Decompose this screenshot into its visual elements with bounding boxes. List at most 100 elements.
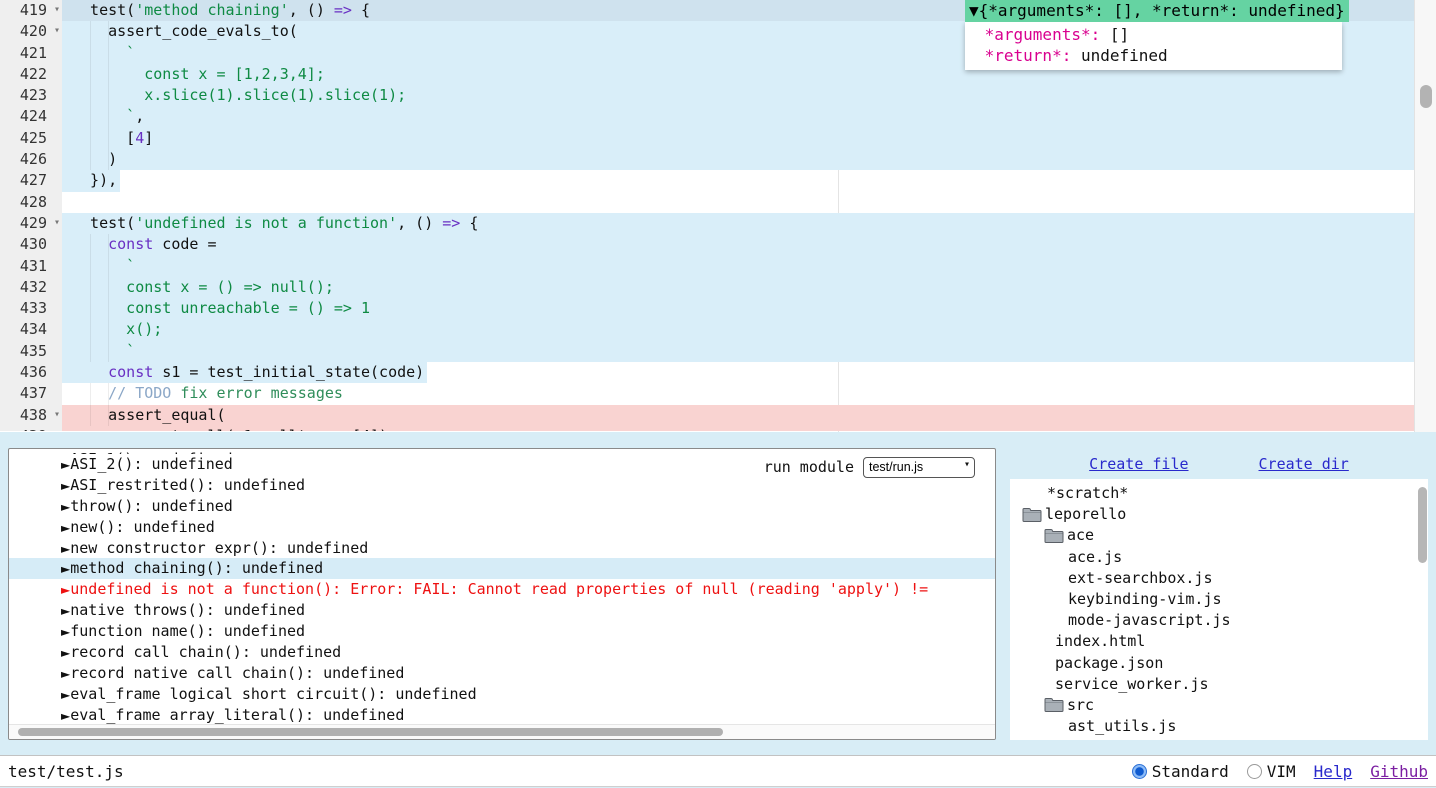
code-text: ) [62, 149, 1414, 170]
token: const unreachable = () => 1 [72, 299, 370, 317]
tree-file-item[interactable]: package.json [1010, 653, 1428, 674]
tooltip-row[interactable]: *arguments*: [] [965, 24, 1342, 45]
code-editor[interactable]: 419▾ test('method chaining', () => {420▾… [0, 0, 1414, 432]
tree-file-item[interactable]: ext-searchbox.js [1010, 568, 1428, 589]
line-number: 425 [0, 128, 62, 149]
radio-standard-icon[interactable] [1132, 764, 1147, 779]
token: // TODO [72, 384, 171, 402]
expand-arrow-icon[interactable]: ► [61, 604, 70, 618]
tree-file-item[interactable]: ace.js [1010, 547, 1428, 568]
expand-arrow-icon[interactable]: ► [61, 458, 70, 472]
code-line[interactable]: 432 const x = () => null(); [0, 277, 1414, 298]
result-row[interactable]: ►method chaining(): undefined [9, 558, 995, 579]
code-line[interactable]: 424 `, [0, 106, 1414, 127]
code-line[interactable]: 437 // TODO fix error messages [0, 383, 1414, 404]
result-row[interactable]: ►record call chain(): undefined [9, 642, 995, 663]
code-line[interactable]: 431 ` [0, 256, 1414, 277]
code-line[interactable]: 433 const unreachable = () => 1 [0, 298, 1414, 319]
code-line[interactable]: 435 ` [0, 341, 1414, 362]
expand-arrow-icon[interactable]: ► [61, 583, 70, 597]
fold-arrow-icon[interactable]: ▾ [54, 0, 60, 20]
tree-item-label: ace.js [1068, 547, 1122, 568]
expand-arrow-icon[interactable]: ► [61, 500, 70, 514]
tree-file-item[interactable]: mode-javascript.js [1010, 610, 1428, 631]
expand-arrow-icon[interactable]: ► [61, 521, 70, 535]
result-row-text: ASI_restrited(): undefined [70, 476, 305, 494]
editor-scrollbar-thumb[interactable] [1420, 85, 1432, 108]
file-tree: *scratch*leporelloaceace.jsext-searchbox… [1010, 479, 1428, 740]
token: const x = [1,2,3,4]; [72, 65, 325, 83]
fold-arrow-icon[interactable]: ▾ [54, 404, 60, 425]
tooltip-value: [] [1100, 25, 1129, 44]
token: const x = () => null(); [72, 278, 334, 296]
line-number: 427 [0, 170, 62, 191]
line-number: 433 [0, 298, 62, 319]
code-line[interactable]: 427 }), [0, 170, 1414, 191]
result-row[interactable]: ►undefined is not a function(): Error: F… [9, 579, 995, 600]
result-row[interactable]: ►new constructor expr(): undefined [9, 538, 995, 559]
result-row[interactable]: ►record native call chain(): undefined [9, 663, 995, 684]
tree-file-item[interactable]: service_worker.js [1010, 674, 1428, 695]
line-number: 422 [0, 64, 62, 85]
editor-scrollbar[interactable] [1414, 0, 1436, 432]
code-line[interactable]: 434 x(); [0, 319, 1414, 340]
expand-arrow-icon[interactable]: ► [61, 479, 70, 493]
result-row[interactable]: ►ASI_restrited(): undefined [9, 475, 995, 496]
code-text: `, [62, 106, 1414, 127]
create-file-link[interactable]: Create file [1089, 455, 1188, 473]
result-row-text: undefined is not a function(): Error: FA… [70, 580, 928, 598]
expand-arrow-icon[interactable]: ► [61, 542, 70, 556]
results-hscrollbar[interactable] [9, 724, 995, 739]
token: ` [72, 44, 135, 62]
result-row[interactable]: ►native throws(): undefined [9, 600, 995, 621]
code-line[interactable]: 425 [4] [0, 128, 1414, 149]
fold-arrow-icon[interactable]: ▾ [54, 212, 60, 233]
code-line[interactable]: 426 ) [0, 149, 1414, 170]
tree-file-item[interactable]: index.html [1010, 631, 1428, 652]
token: s1 = test_initial_state(code) [153, 363, 424, 381]
expand-arrow-icon[interactable]: ► [61, 646, 70, 660]
tooltip-header[interactable]: ▼{*arguments*: [], *return*: undefined} [965, 0, 1349, 22]
code-line[interactable]: 439 assert_call(s1.calltree, [4]) [0, 426, 1414, 432]
radio-vim-icon[interactable] [1247, 764, 1262, 779]
token: => [442, 214, 460, 232]
tree-dir-item[interactable]: ace [1010, 525, 1428, 546]
token: ] [144, 129, 153, 147]
code-line[interactable]: 423 x.slice(1).slice(1).slice(1); [0, 85, 1414, 106]
code-line[interactable]: 436 const s1 = test_initial_state(code) [0, 362, 1414, 383]
code-line[interactable]: 430 const code = [0, 234, 1414, 255]
result-row[interactable]: ►function name(): undefined [9, 621, 995, 642]
tooltip-row[interactable]: *return*: undefined [965, 45, 1342, 66]
files-header: Create file Create dir [1010, 448, 1428, 479]
tree-file-item[interactable]: *scratch* [1010, 483, 1428, 504]
result-row[interactable]: ►throw(): undefined [9, 496, 995, 517]
github-link[interactable]: Github [1370, 762, 1428, 781]
results-hscrollbar-thumb[interactable] [18, 728, 723, 736]
tree-dir-item[interactable]: src [1010, 695, 1428, 716]
result-row[interactable]: ►new(): undefined [9, 517, 995, 538]
code-line[interactable]: 438▾ assert_equal( [0, 405, 1414, 426]
keybinding-standard-option[interactable]: Standard [1132, 762, 1229, 781]
fold-arrow-icon[interactable]: ▾ [54, 20, 60, 41]
result-row[interactable]: ►eval_frame array_literal(): undefined [9, 705, 995, 726]
tree-dir-item[interactable]: leporello [1010, 504, 1428, 525]
tree-file-item[interactable]: ast_utils.js [1010, 716, 1428, 737]
run-module-select[interactable]: test/run.js [863, 457, 975, 478]
file-tree-scrollbar-thumb[interactable] [1418, 487, 1427, 563]
expand-arrow-icon[interactable]: ► [61, 667, 70, 681]
help-link[interactable]: Help [1314, 762, 1353, 781]
result-row[interactable]: ►eval_frame logical short circuit(): und… [9, 684, 995, 705]
expand-arrow-icon[interactable]: ► [61, 709, 70, 723]
token: { [352, 1, 370, 19]
tree-file-item[interactable]: keybinding-vim.js [1010, 589, 1428, 610]
expand-arrow-icon[interactable]: ► [61, 688, 70, 702]
result-row-text: eval_frame logical short circuit(): unde… [70, 685, 476, 703]
keybinding-vim-option[interactable]: VIM [1247, 762, 1296, 781]
code-line[interactable]: 428 [0, 192, 1414, 213]
expand-arrow-icon[interactable]: ► [61, 625, 70, 639]
code-line[interactable]: 429▾ test('undefined is not a function',… [0, 213, 1414, 234]
line-number: 428 [0, 192, 62, 213]
highlight-span: }), [62, 170, 120, 191]
create-dir-link[interactable]: Create dir [1259, 455, 1349, 473]
expand-arrow-icon[interactable]: ► [61, 562, 70, 576]
